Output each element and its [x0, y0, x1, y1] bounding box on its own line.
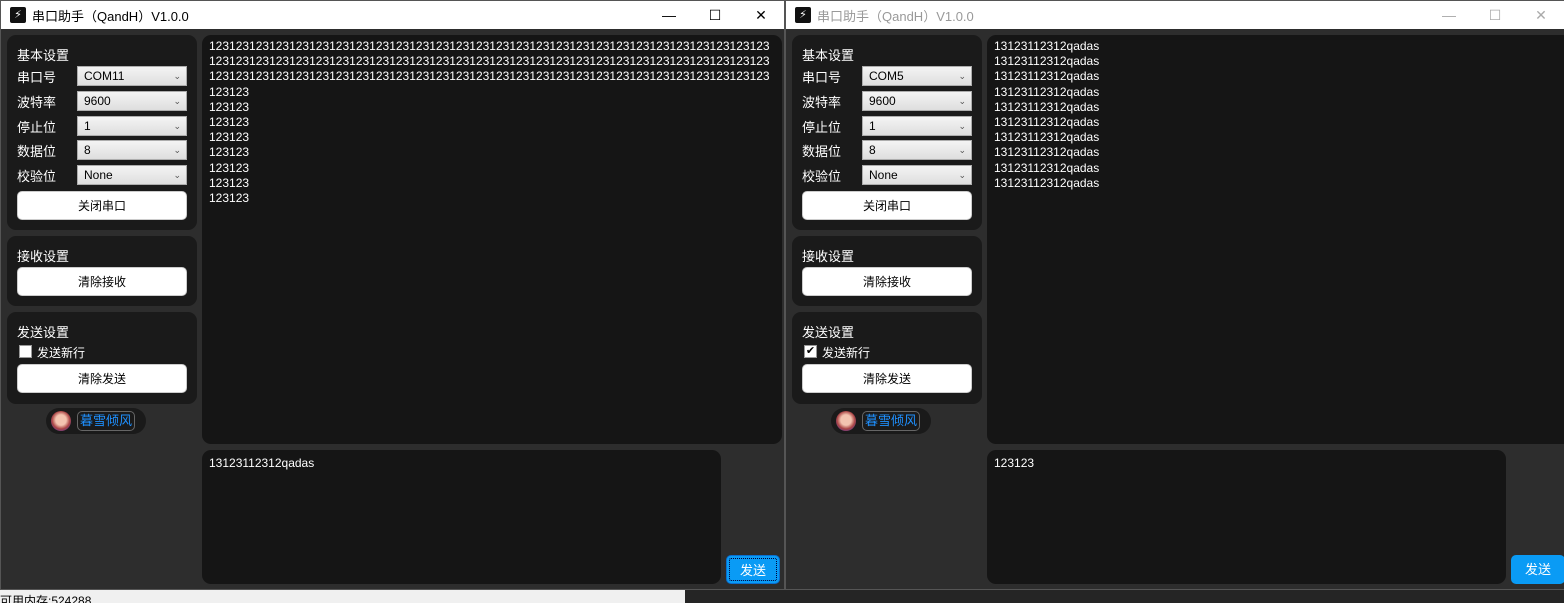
parity-label: 校验位	[17, 169, 57, 184]
receive-settings-heading: 接收设置	[17, 249, 70, 264]
maximize-button[interactable]: ☐	[1472, 1, 1518, 29]
minimize-button[interactable]: —	[646, 1, 692, 29]
port-label: 串口号	[17, 70, 57, 85]
maximize-button[interactable]: ☐	[692, 1, 738, 29]
port-label: 串口号	[802, 70, 842, 85]
basic-settings-group: 基本设置 串口号 COM11 ⌄ 波特率 9600 ⌄ 停止位 1 ⌄ 数据位 8 ⌄ 校验位 N…	[7, 35, 197, 230]
receive-textarea[interactable]: 13123112312qadas 13123112312qadas 131231…	[987, 35, 1564, 444]
send-settings-group: 发送设置 发送新行 清除发送	[7, 312, 197, 404]
author-badge[interactable]: 暮雪倾风	[831, 408, 931, 434]
clear-receive-button[interactable]: 清除接收	[17, 267, 187, 296]
stop-bits-label: 停止位	[17, 120, 57, 135]
data-bits-label: 数据位	[802, 144, 842, 159]
baud-value: 9600	[869, 94, 896, 108]
send-newline-checkbox[interactable]	[19, 345, 32, 358]
send-settings-group: 发送设置 ✔ 发送新行 清除发送	[792, 312, 982, 404]
data-bits-value: 8	[84, 143, 91, 157]
author-name: 暮雪倾风	[862, 411, 921, 431]
baud-label: 波特率	[17, 95, 57, 110]
send-newline-label: 发送新行	[822, 346, 871, 360]
basic-settings-group: 基本设置 串口号 COM5 ⌄ 波特率 9600 ⌄ 停止位 1 ⌄ 数据位 8 ⌄ 校验位 No…	[792, 35, 982, 230]
avatar	[836, 411, 856, 431]
window-title: 串口助手（QandH）V1.0.0	[32, 8, 189, 24]
chevron-down-icon: ⌄	[173, 145, 181, 155]
port-select[interactable]: COM11 ⌄	[77, 66, 187, 86]
chevron-down-icon: ⌄	[173, 96, 181, 106]
serial-assistant-window-2: ⚡ 串口助手（QandH）V1.0.0 — ☐ ✕ 基本设置 串口号 COM5 ⌄ …	[785, 0, 1564, 590]
data-bits-label: 数据位	[17, 144, 57, 159]
stop-bits-value: 1	[869, 119, 876, 133]
data-bits-value: 8	[869, 143, 876, 157]
chevron-down-icon: ⌄	[958, 96, 966, 106]
data-bits-select[interactable]: 8 ⌄	[862, 140, 972, 160]
basic-settings-heading: 基本设置	[802, 48, 855, 63]
chevron-down-icon: ⌄	[958, 71, 966, 81]
chevron-down-icon: ⌄	[958, 170, 966, 180]
chevron-down-icon: ⌄	[173, 121, 181, 131]
app-icon: ⚡	[795, 7, 811, 23]
parity-select[interactable]: None ⌄	[862, 165, 972, 185]
author-name: 暮雪倾风	[77, 411, 136, 431]
send-newline-checkbox[interactable]: ✔	[804, 345, 817, 358]
clear-send-button[interactable]: 清除发送	[802, 364, 972, 393]
clear-receive-button[interactable]: 清除接收	[802, 267, 972, 296]
send-settings-heading: 发送设置	[802, 325, 855, 340]
stop-bits-select[interactable]: 1 ⌄	[77, 116, 187, 136]
port-value: COM5	[869, 69, 904, 83]
parity-value: None	[869, 168, 898, 182]
close-button[interactable]: ✕	[738, 1, 784, 29]
author-badge[interactable]: 暮雪倾风	[46, 408, 146, 434]
data-bits-select[interactable]: 8 ⌄	[77, 140, 187, 160]
receive-settings-heading: 接收设置	[802, 249, 855, 264]
close-port-button[interactable]: 关闭串口	[17, 191, 187, 220]
chevron-down-icon: ⌄	[958, 145, 966, 155]
parity-value: None	[84, 168, 113, 182]
send-textarea[interactable]: 123123	[987, 450, 1506, 584]
send-settings-heading: 发送设置	[17, 325, 70, 340]
chevron-down-icon: ⌄	[173, 71, 181, 81]
stop-bits-value: 1	[84, 119, 91, 133]
background-explorer	[685, 590, 1564, 603]
chevron-down-icon: ⌄	[173, 170, 181, 180]
minimize-button[interactable]: —	[1426, 1, 1472, 29]
baud-select[interactable]: 9600 ⌄	[862, 91, 972, 111]
baud-value: 9600	[84, 94, 111, 108]
parity-label: 校验位	[802, 169, 842, 184]
serial-assistant-window-1: ⚡ 串口助手（QandH）V1.0.0 — ☐ ✕ 基本设置 串口号 COM11 ⌄…	[0, 0, 785, 590]
baud-select[interactable]: 9600 ⌄	[77, 91, 187, 111]
receive-textarea[interactable]: 1231231231231231231231231231231231231231…	[202, 35, 782, 444]
port-value: COM11	[84, 69, 125, 83]
chevron-down-icon: ⌄	[958, 121, 966, 131]
window-title: 串口助手（QandH）V1.0.0	[817, 8, 974, 24]
receive-settings-group: 接收设置 清除接收	[7, 236, 197, 306]
baud-label: 波特率	[802, 95, 842, 110]
checkmark-icon: ✔	[805, 345, 816, 357]
app-icon: ⚡	[10, 7, 26, 23]
title-bar[interactable]: ⚡ 串口助手（QandH）V1.0.0 — ☐ ✕	[786, 1, 1564, 29]
close-button[interactable]: ✕	[1518, 1, 1564, 29]
receive-settings-group: 接收设置 清除接收	[792, 236, 982, 306]
stop-bits-select[interactable]: 1 ⌄	[862, 116, 972, 136]
send-button[interactable]: 发送	[726, 555, 780, 584]
basic-settings-heading: 基本设置	[17, 48, 70, 63]
send-button[interactable]: 发送	[1511, 555, 1564, 584]
avatar	[51, 411, 71, 431]
port-select[interactable]: COM5 ⌄	[862, 66, 972, 86]
parity-select[interactable]: None ⌄	[77, 165, 187, 185]
title-bar[interactable]: ⚡ 串口助手（QandH）V1.0.0 — ☐ ✕	[1, 1, 784, 29]
send-newline-label: 发送新行	[37, 346, 86, 360]
stop-bits-label: 停止位	[802, 120, 842, 135]
close-port-button[interactable]: 关闭串口	[802, 191, 972, 220]
send-textarea[interactable]: 13123112312qadas	[202, 450, 721, 584]
background-status-text: 可用内存:524288	[0, 590, 690, 603]
clear-send-button[interactable]: 清除发送	[17, 364, 187, 393]
